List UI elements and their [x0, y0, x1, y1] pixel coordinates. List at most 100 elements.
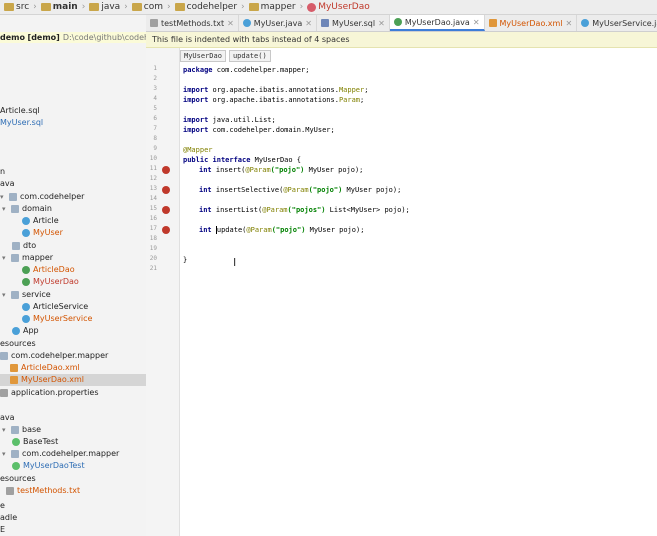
folder-icon: [4, 3, 14, 11]
code-line-import-mapper: import org.apache.ibatis.annotations.Map…: [183, 86, 369, 94]
tree-item-dto[interactable]: dto: [12, 240, 36, 252]
tree-item-com-codehelper-mapper[interactable]: com.codehelper.mapper: [0, 350, 108, 362]
breadcrumb-myuserdao[interactable]: MyUserDao: [307, 2, 370, 12]
text-caret: update: [215, 226, 243, 234]
tree-item-mapper[interactable]: ▾ mapper: [0, 252, 53, 264]
tab-myuserdao-xml[interactable]: MyUserDao.xml ✕: [485, 15, 578, 31]
tree-item-com-codehelper[interactable]: ▾ com.codehelper: [0, 191, 84, 203]
tree-item-gradle[interactable]: adle: [0, 512, 17, 524]
tree-item-service[interactable]: ▾ service: [0, 289, 51, 301]
editor-gutter: 1 2 3 4 5 6 7 8 9 10 11 12 13 14 15 16 1…: [146, 48, 180, 536]
tab-myuser-sql[interactable]: MyUser.sql ✕: [317, 15, 390, 31]
properties-file-icon: [0, 389, 8, 397]
tree-item-article[interactable]: Article: [22, 215, 59, 227]
code-line-insert-selective: int insertSelective(@Param("pojo") MyUse…: [199, 186, 402, 194]
chevron-down-icon[interactable]: ▾: [2, 289, 8, 301]
chevron-down-icon[interactable]: ▾: [0, 191, 6, 203]
package-icon: [11, 450, 19, 458]
breadcrumb-codehelper[interactable]: codehelper: [174, 2, 237, 12]
tree-item-application-properties[interactable]: application.properties: [0, 387, 99, 399]
tree-item-java[interactable]: ava: [0, 178, 15, 190]
indent-notice: This file is indented with tabs instead …: [146, 32, 657, 48]
implementation-marker-icon[interactable]: [162, 166, 170, 174]
code-breadcrumb-method[interactable]: update(): [228, 50, 271, 62]
class-icon: [22, 217, 30, 225]
close-icon[interactable]: ✕: [378, 19, 385, 28]
tree-item-basetest[interactable]: BaseTest: [12, 436, 58, 448]
tree-item-article-sql[interactable]: Article.sql: [0, 105, 40, 117]
code-line-insert: int insert(@Param("pojo") MyUser pojo);: [199, 166, 364, 174]
tree-item-n[interactable]: n: [0, 166, 5, 178]
breadcrumb-main[interactable]: main: [40, 2, 78, 12]
implementation-marker-icon[interactable]: [162, 226, 170, 234]
interface-icon: [393, 18, 402, 26]
package-icon: [11, 291, 19, 299]
chevron-down-icon[interactable]: ▾: [2, 424, 8, 436]
package-icon: [9, 193, 17, 201]
tree-item-myuserdao[interactable]: MyUserDao: [22, 276, 79, 288]
code-line-update: int update(@Param("pojo") MyUser pojo);: [199, 226, 365, 234]
breadcrumb: src › main › java › com › codehelper › m…: [0, 0, 657, 15]
breadcrumb-mapper[interactable]: mapper: [248, 2, 296, 12]
close-icon[interactable]: ✕: [473, 18, 480, 27]
close-icon[interactable]: ✕: [566, 19, 573, 28]
chevron-down-icon[interactable]: ▾: [2, 448, 8, 460]
folder-icon: [89, 3, 100, 11]
interface-icon: [307, 2, 317, 12]
tree-item-myuserdao-xml[interactable]: MyUserDao.xml: [0, 374, 146, 386]
tree-item-myuserdaotest[interactable]: MyUserDaoTest: [12, 460, 85, 472]
tree-item-domain[interactable]: ▾ domain: [0, 203, 52, 215]
breadcrumb-com[interactable]: com: [131, 2, 163, 12]
project-root[interactable]: demo [demo] D:\code\github\codehelper: [0, 32, 146, 43]
code-line-import-myuser: import com.codehelper.domain.MyUser;: [183, 126, 335, 134]
tab-myuser-java[interactable]: MyUser.java ✕: [239, 15, 317, 31]
implementation-marker-icon[interactable]: [162, 186, 170, 194]
chevron-down-icon[interactable]: ▾: [2, 252, 8, 264]
tree-item-e[interactable]: e: [0, 500, 5, 512]
package-icon: [0, 352, 8, 360]
tree-item-ext[interactable]: E: [0, 524, 5, 536]
folder-icon: [131, 3, 142, 11]
sql-file-icon: [320, 19, 329, 27]
close-icon[interactable]: ✕: [305, 19, 312, 28]
tab-myuserservice-java[interactable]: MyUserService.java✕: [577, 15, 657, 31]
folder-icon: [40, 3, 51, 11]
code-line-insert-list: int insertList(@Param("pojos") List<MyUs…: [199, 206, 410, 214]
chevron-down-icon[interactable]: ▾: [2, 203, 8, 215]
class-icon: [12, 327, 20, 335]
code-line-import-list: import java.util.List;: [183, 116, 276, 124]
tree-item-articledao[interactable]: ArticleDao: [22, 264, 75, 276]
xml-file-icon: [10, 364, 18, 372]
close-icon[interactable]: ✕: [227, 19, 234, 28]
tree-item-test-resources[interactable]: esources: [0, 473, 36, 485]
tree-item-base[interactable]: ▾ base: [0, 424, 41, 436]
tree-item-myuser[interactable]: MyUser: [22, 227, 63, 239]
tree-item-app[interactable]: App: [12, 325, 39, 337]
breadcrumb-java[interactable]: java: [89, 2, 120, 12]
tree-item-myuser-sql[interactable]: MyUser.sql: [0, 117, 43, 129]
package-icon: [11, 205, 19, 213]
xml-file-icon: [488, 19, 497, 27]
tree-item-test-com-codehelper-mapper[interactable]: ▾ com.codehelper.mapper: [0, 448, 119, 460]
code-breadcrumb-interface[interactable]: MyUserDao: [180, 50, 226, 62]
implementation-marker-icon[interactable]: [162, 206, 170, 214]
test-class-icon: [12, 438, 20, 446]
mouse-cursor-icon: I: [233, 256, 237, 269]
tree-item-testmethods-txt[interactable]: testMethods.txt: [6, 485, 80, 497]
tree-item-test-java[interactable]: ava: [0, 412, 15, 424]
code-line-import-param: import org.apache.ibatis.annotations.Par…: [183, 96, 365, 104]
tree-item-myuserservice[interactable]: MyUserService: [22, 313, 92, 325]
class-icon: [22, 315, 30, 323]
folder-icon: [174, 3, 185, 11]
breadcrumb-src[interactable]: src: [4, 2, 29, 12]
code-breadcrumb: MyUserDao update(): [180, 50, 271, 62]
text-file-icon: [150, 19, 158, 27]
code-line-interface: public interface MyUserDao {: [183, 156, 302, 164]
folder-icon: [248, 3, 259, 11]
tree-item-articleservice[interactable]: ArticleService: [22, 301, 88, 313]
tree-item-articledao-xml[interactable]: ArticleDao.xml: [10, 362, 80, 374]
tree-item-resources[interactable]: esources: [0, 338, 36, 350]
code-line-close-brace: }: [183, 256, 188, 264]
tab-myuserdao-java[interactable]: MyUserDao.java ✕: [389, 15, 485, 31]
tab-testmethods-txt[interactable]: testMethods.txt ✕: [146, 15, 239, 31]
